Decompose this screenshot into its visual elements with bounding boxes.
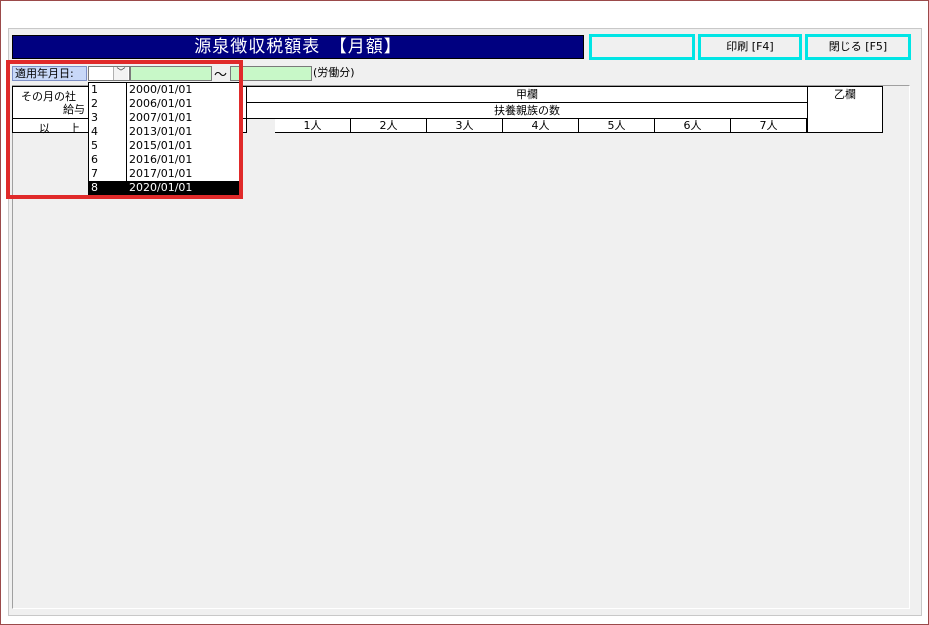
dependents-row: 1人 2人 3人 4人 5人 6人 7人 — [275, 118, 807, 133]
dropdown-option[interactable]: 8 2020/01/01 — [89, 181, 239, 195]
effective-date-dropdown[interactable]: 1 2000/01/01 2 2006/01/01 3 2007/01/01 4 2013/0… — [88, 82, 240, 196]
dropdown-option[interactable]: 7 2017/01/01 — [89, 167, 239, 181]
effective-date-label: 適用年月日: — [12, 66, 87, 81]
chevron-down-icon[interactable]: ﹀ — [113, 67, 128, 80]
option-index: 1 — [91, 83, 98, 96]
header-ue: 上 — [69, 122, 80, 135]
print-button[interactable]: 印刷 [F4] — [698, 34, 802, 60]
range-tilde: ～ — [214, 68, 228, 83]
option-index: 6 — [91, 153, 98, 166]
kou-label: 甲欄 — [247, 87, 807, 103]
dependents-cell: 6人 — [655, 118, 731, 133]
dependents-cell: 2人 — [351, 118, 427, 133]
otsu-header: 乙欄 — [807, 86, 883, 133]
blank-button[interactable] — [589, 34, 695, 60]
date-to-field[interactable] — [230, 66, 312, 81]
labor-note: (労働分) — [313, 66, 355, 79]
dependents-label: 扶養親族の数 — [494, 104, 560, 117]
option-date: 2000/01/01 — [129, 83, 193, 96]
option-date: 2007/01/01 — [129, 111, 193, 124]
dependents-cell: 7人 — [731, 118, 807, 133]
option-index: 7 — [91, 167, 98, 180]
page-title: 源泉徴収税額表 【月額】 — [12, 35, 584, 59]
dependents-cell: 1人 — [275, 118, 351, 133]
option-date: 2020/01/01 — [129, 181, 193, 194]
option-date: 2015/01/01 — [129, 139, 193, 152]
option-index: 4 — [91, 125, 98, 138]
option-date: 2016/01/01 — [129, 153, 193, 166]
dropdown-option[interactable]: 2 2006/01/01 — [89, 97, 239, 111]
dropdown-option[interactable]: 1 2000/01/01 — [89, 83, 239, 97]
option-date: 2013/01/01 — [129, 125, 193, 138]
header-ijo: 以 — [39, 122, 50, 135]
dropdown-option[interactable]: 6 2016/01/01 — [89, 153, 239, 167]
dependents-cell: 5人 — [579, 118, 655, 133]
effective-date-combo[interactable]: ﹀ — [88, 66, 130, 81]
option-index: 8 — [91, 181, 98, 194]
kou-header: 甲欄 扶養親族の数 — [246, 86, 808, 119]
dropdown-option[interactable]: 4 2013/01/01 — [89, 125, 239, 139]
dependents-cell: 3人 — [427, 118, 503, 133]
close-button[interactable]: 閉じる [F5] — [805, 34, 911, 60]
option-index: 2 — [91, 97, 98, 110]
option-date: 2017/01/01 — [129, 167, 193, 180]
salary-header-line2: 給与 — [63, 103, 85, 116]
dropdown-option[interactable]: 5 2015/01/01 — [89, 139, 239, 153]
option-index: 5 — [91, 139, 98, 152]
dropdown-option[interactable]: 3 2007/01/01 — [89, 111, 239, 125]
option-date: 2006/01/01 — [129, 97, 193, 110]
dependents-cell: 4人 — [503, 118, 579, 133]
date-from-field[interactable] — [130, 66, 212, 81]
option-index: 3 — [91, 111, 98, 124]
